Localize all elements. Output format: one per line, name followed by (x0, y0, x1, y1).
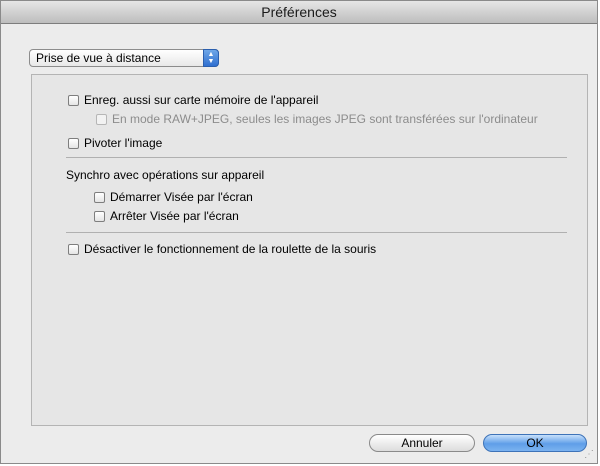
stop-liveview-label: Arrêter Visée par l'écran (110, 209, 239, 223)
category-popup-label: Prise de vue à distance (36, 51, 161, 65)
save-to-card-option[interactable]: Enreg. aussi sur carte mémoire de l'appa… (68, 93, 318, 107)
ok-button[interactable]: OK (483, 434, 587, 452)
separator (66, 157, 567, 158)
cancel-button[interactable]: Annuler (369, 434, 475, 452)
disable-wheel-option[interactable]: Désactiver le fonctionnement de la roule… (68, 242, 376, 256)
preferences-window: Préférences Prise de vue à distance ▲ ▼ E… (0, 0, 598, 464)
raw-jpeg-label: En mode RAW+JPEG, seules les images JPEG… (112, 112, 538, 126)
resize-grip-icon[interactable]: ⋰ (584, 450, 594, 460)
settings-panel: Enreg. aussi sur carte mémoire de l'appa… (31, 74, 588, 426)
save-to-card-checkbox[interactable] (68, 95, 79, 106)
raw-jpeg-checkbox (96, 114, 107, 125)
stop-liveview-checkbox[interactable] (94, 211, 105, 222)
separator (66, 232, 567, 233)
rotate-image-option[interactable]: Pivoter l'image (68, 136, 162, 150)
disable-wheel-checkbox[interactable] (68, 244, 79, 255)
save-to-card-label: Enreg. aussi sur carte mémoire de l'appa… (84, 93, 319, 107)
category-popup[interactable]: Prise de vue à distance ▲ ▼ (29, 49, 219, 67)
start-liveview-option[interactable]: Démarrer Visée par l'écran (94, 190, 253, 204)
stop-liveview-option[interactable]: Arrêter Visée par l'écran (94, 209, 239, 223)
rotate-image-label: Pivoter l'image (84, 136, 163, 150)
start-liveview-checkbox[interactable] (94, 192, 105, 203)
window-title: Préférences (1, 1, 597, 24)
rotate-image-checkbox[interactable] (68, 138, 79, 149)
raw-jpeg-option: En mode RAW+JPEG, seules les images JPEG… (96, 112, 538, 126)
start-liveview-label: Démarrer Visée par l'écran (110, 190, 253, 204)
popup-arrows-icon: ▲ ▼ (203, 49, 219, 67)
sync-heading: Synchro avec opérations sur appareil (66, 168, 265, 182)
disable-wheel-label: Désactiver le fonctionnement de la roule… (84, 242, 377, 256)
